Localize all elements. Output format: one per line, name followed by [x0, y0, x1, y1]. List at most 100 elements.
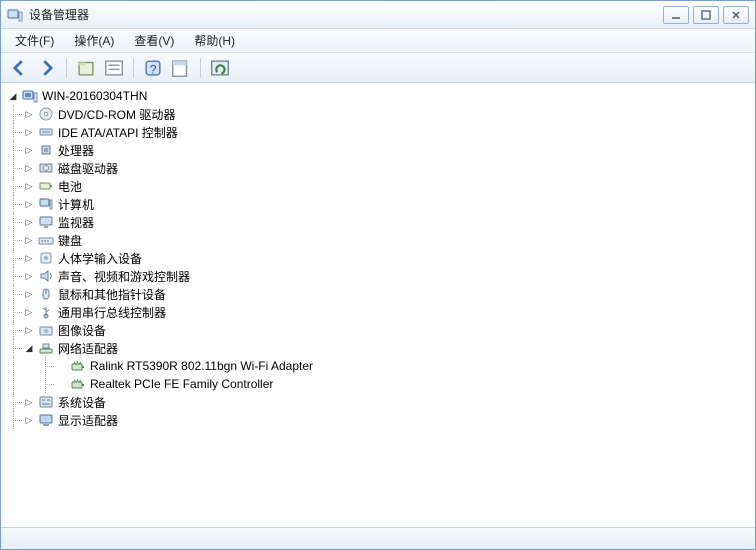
- cpu-icon: [38, 142, 54, 158]
- expand-icon[interactable]: ▷: [23, 108, 35, 120]
- tree-node-label: 网络适配器: [58, 340, 118, 357]
- netadapter-icon: [70, 358, 86, 374]
- titlebar: 设备管理器: [1, 1, 755, 29]
- expand-icon[interactable]: ▷: [23, 234, 35, 246]
- menu-file[interactable]: 文件(F): [5, 29, 64, 52]
- up-button[interactable]: [74, 57, 98, 79]
- tree-node-label: 电池: [58, 178, 82, 195]
- tree-node-label: 声音、视频和游戏控制器: [58, 268, 190, 285]
- separator: [66, 58, 67, 78]
- menu-view[interactable]: 查看(V): [124, 29, 184, 52]
- expand-icon[interactable]: ▷: [23, 198, 35, 210]
- expand-icon[interactable]: ▷: [23, 270, 35, 282]
- hid-icon: [38, 250, 54, 266]
- tree-category-node[interactable]: ◢ 网络适配器: [3, 339, 753, 357]
- tree-category-node[interactable]: ▷ IDE ATA/ATAPI 控制器: [3, 123, 753, 141]
- tree-category-node[interactable]: ▷ 磁盘驱动器: [3, 159, 753, 177]
- details-button[interactable]: [102, 57, 126, 79]
- imaging-icon: [38, 322, 54, 338]
- toolbar: ?: [1, 53, 755, 83]
- tree-category-node[interactable]: ▷ 人体学输入设备: [3, 249, 753, 267]
- mouse-icon: [38, 286, 54, 302]
- sound-icon: [38, 268, 54, 284]
- tree-category-node[interactable]: ▷ 键盘: [3, 231, 753, 249]
- display-icon: [38, 412, 54, 428]
- tree-category-node[interactable]: ▷ 显示适配器: [3, 411, 753, 429]
- disc-icon: [38, 106, 54, 122]
- tree-node-label: Ralink RT5390R 802.11bgn Wi-Fi Adapter: [90, 359, 313, 373]
- tree-node-label: Realtek PCIe FE Family Controller: [90, 377, 273, 391]
- expand-icon[interactable]: ▷: [23, 180, 35, 192]
- tree-category-node[interactable]: ▷ 通用串行总线控制器: [3, 303, 753, 321]
- tree-node-label: 显示适配器: [58, 412, 118, 429]
- device-manager-window: 设备管理器 文件(F) 操作(A) 查看(V) 帮助(H) ? ◢ WIN-201…: [0, 0, 756, 550]
- tree-device-node[interactable]: ▷Ralink RT5390R 802.11bgn Wi-Fi Adapter: [3, 357, 753, 375]
- pc-icon: [38, 196, 54, 212]
- menubar: 文件(F) 操作(A) 查看(V) 帮助(H): [1, 29, 755, 53]
- close-button[interactable]: [723, 6, 749, 24]
- help-button[interactable]: ?: [141, 57, 165, 79]
- tree-category-node[interactable]: ▷ 电池: [3, 177, 753, 195]
- statusbar: [1, 527, 755, 549]
- menu-help[interactable]: 帮助(H): [184, 29, 245, 52]
- network-icon: [38, 340, 54, 356]
- separator: [200, 58, 201, 78]
- tree-node-label: IDE ATA/ATAPI 控制器: [58, 124, 178, 141]
- computer-icon: [22, 88, 38, 104]
- tree-root-node[interactable]: ◢ WIN-20160304THN: [3, 87, 753, 105]
- expand-icon[interactable]: ▷: [23, 324, 35, 336]
- disk-icon: [38, 160, 54, 176]
- keyboard-icon: [38, 232, 54, 248]
- usb-icon: [38, 304, 54, 320]
- collapse-icon[interactable]: ◢: [7, 90, 19, 102]
- tree-node-label: 通用串行总线控制器: [58, 304, 166, 321]
- tree-node-label: 磁盘驱动器: [58, 160, 118, 177]
- tree-node-label: 图像设备: [58, 322, 106, 339]
- tree-category-node[interactable]: ▷ 鼠标和其他指针设备: [3, 285, 753, 303]
- back-button[interactable]: [7, 57, 31, 79]
- tree-category-node[interactable]: ▷ 声音、视频和游戏控制器: [3, 267, 753, 285]
- content-area[interactable]: ◢ WIN-20160304THN ▷ DVD/CD-ROM 驱动器 ▷ IDE ATA/…: [1, 83, 755, 527]
- tree-category-node[interactable]: ▷ 计算机: [3, 195, 753, 213]
- tree-category-node[interactable]: ▷ 图像设备: [3, 321, 753, 339]
- expand-icon[interactable]: ▷: [23, 252, 35, 264]
- forward-button[interactable]: [35, 57, 59, 79]
- maximize-button[interactable]: [693, 6, 719, 24]
- minimize-button[interactable]: [663, 6, 689, 24]
- device-tree: ◢ WIN-20160304THN ▷ DVD/CD-ROM 驱动器 ▷ IDE ATA/…: [3, 87, 753, 429]
- tree-node-label: DVD/CD-ROM 驱动器: [58, 106, 175, 123]
- tree-category-node[interactable]: ▷ 处理器: [3, 141, 753, 159]
- tree-category-node[interactable]: ▷ DVD/CD-ROM 驱动器: [3, 105, 753, 123]
- properties-button[interactable]: [169, 57, 193, 79]
- expand-icon[interactable]: ▷: [23, 396, 35, 408]
- tree-node-label: WIN-20160304THN: [42, 89, 147, 103]
- tree-node-label: 鼠标和其他指针设备: [58, 286, 166, 303]
- tree-node-label: 系统设备: [58, 394, 106, 411]
- expand-icon[interactable]: ▷: [23, 306, 35, 318]
- app-icon: [7, 7, 23, 23]
- netadapter-icon: [70, 376, 86, 392]
- tree-node-label: 处理器: [58, 142, 94, 159]
- tree-node-label: 键盘: [58, 232, 82, 249]
- tree-category-node[interactable]: ▷ 系统设备: [3, 393, 753, 411]
- system-icon: [38, 394, 54, 410]
- battery-icon: [38, 178, 54, 194]
- expand-icon[interactable]: ▷: [23, 288, 35, 300]
- ide-icon: [38, 124, 54, 140]
- expand-icon[interactable]: ▷: [23, 216, 35, 228]
- tree-node-label: 监视器: [58, 214, 94, 231]
- separator: [133, 58, 134, 78]
- refresh-button[interactable]: [208, 57, 232, 79]
- tree-device-node[interactable]: ▷Realtek PCIe FE Family Controller: [3, 375, 753, 393]
- expand-icon[interactable]: ▷: [23, 414, 35, 426]
- tree-category-node[interactable]: ▷ 监视器: [3, 213, 753, 231]
- tree-node-label: 人体学输入设备: [58, 250, 142, 267]
- expand-icon[interactable]: ▷: [23, 162, 35, 174]
- expand-icon[interactable]: ▷: [23, 144, 35, 156]
- window-buttons: [663, 6, 749, 24]
- expand-icon[interactable]: ▷: [23, 126, 35, 138]
- menu-action[interactable]: 操作(A): [64, 29, 124, 52]
- svg-text:?: ?: [150, 62, 157, 76]
- tree-node-label: 计算机: [58, 196, 94, 213]
- collapse-icon[interactable]: ◢: [23, 342, 35, 354]
